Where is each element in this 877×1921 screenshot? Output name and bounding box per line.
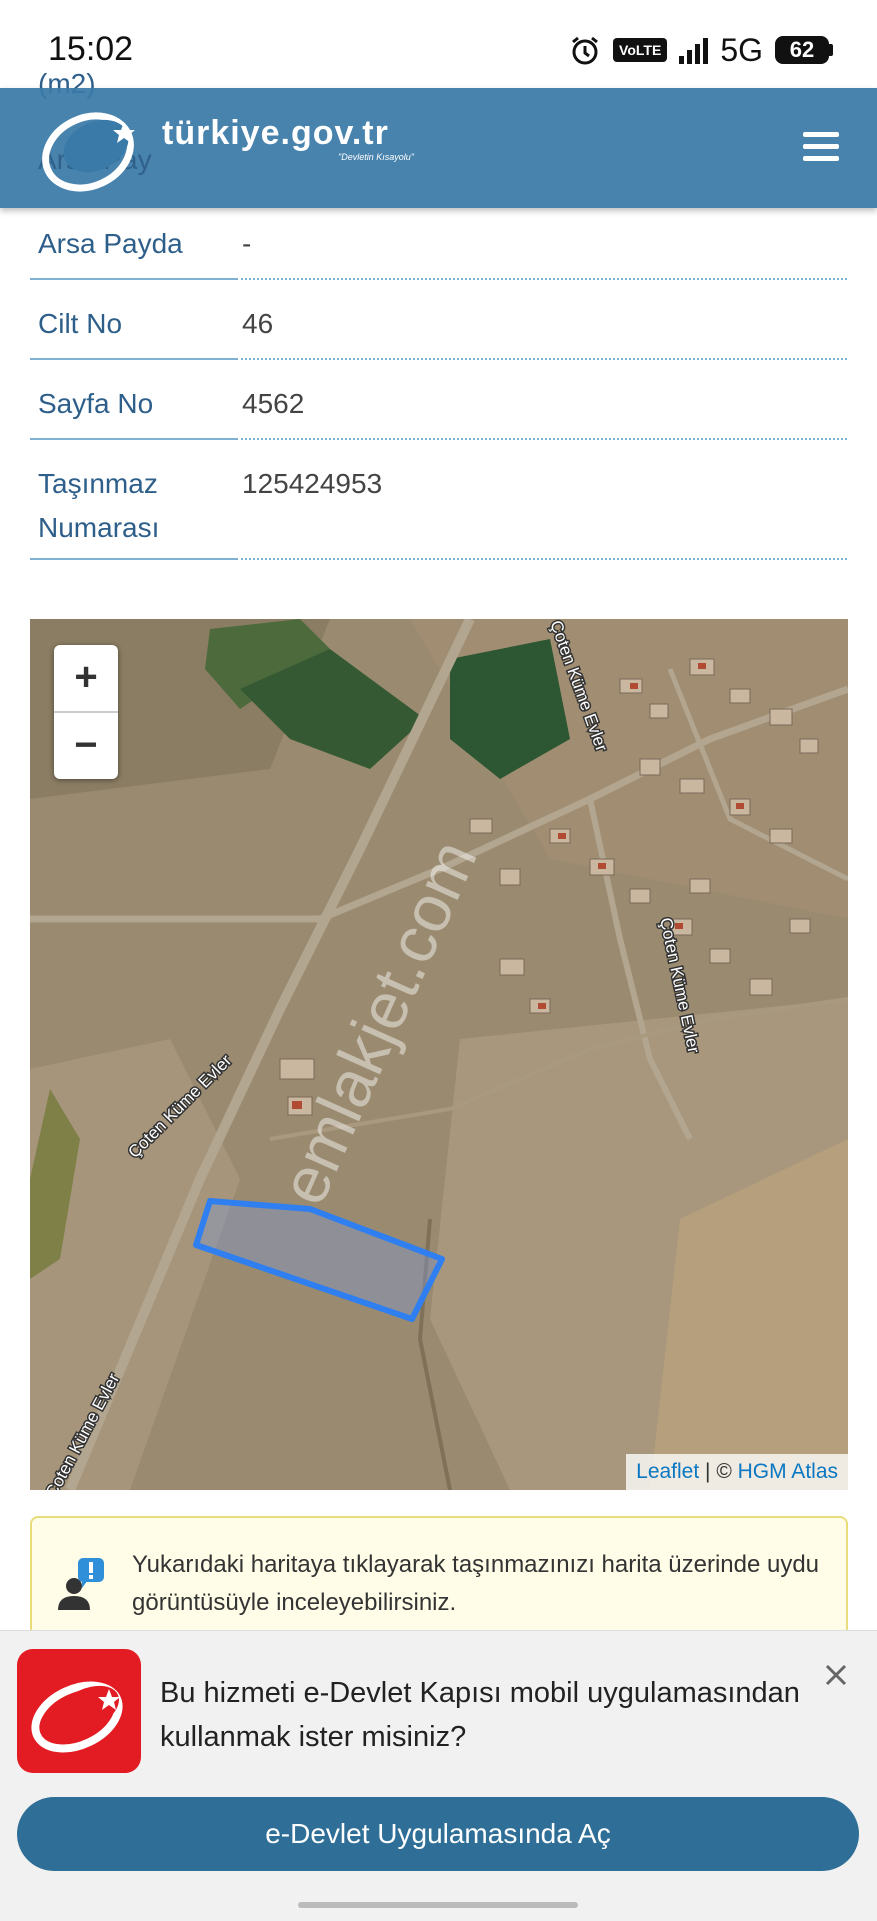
zoom-in-button[interactable]: + [54, 645, 118, 711]
info-notice: Yukarıdaki haritaya tıklayarak taşınmazı… [30, 1516, 848, 1636]
promo-text: Bu hizmeti e-Devlet Kapısı mobil uygulam… [160, 1677, 800, 1753]
signal-icon [679, 36, 709, 64]
satellite-terrain[interactable]: Çoten Küme Evler Çoten Küme Evler Çoten … [30, 619, 848, 1490]
info-label: Sayfa No [38, 388, 154, 419]
info-value: 46 [242, 308, 274, 339]
site-title[interactable]: türkiye.gov.tr [162, 114, 389, 153]
battery-level: 62 [775, 36, 829, 64]
map-attribution: Leaflet | © HGM Atlas [626, 1454, 848, 1490]
close-icon[interactable] [822, 1661, 850, 1689]
info-row-cilt-no: Cilt No 46 [30, 302, 847, 360]
edevlet-app-icon [17, 1649, 141, 1773]
zoom-control: + − [54, 645, 118, 779]
hgm-atlas-link[interactable]: HGM Atlas [738, 1460, 838, 1483]
info-label: Arsa Payda [38, 228, 183, 259]
turkiye-gov-logo-icon[interactable] [38, 102, 148, 192]
site-header: Arsa Pay türkiye.gov.tr "Devletin Kısayo… [0, 88, 877, 208]
info-row-tasinmaz-numarasi: Taşınmaz Numarası 125424953 [30, 462, 847, 562]
battery-icon: 62 [775, 36, 833, 64]
status-time: 15:02 [48, 30, 134, 68]
info-row-sayfa-no: Sayfa No 4562 [30, 382, 847, 440]
status-bar: 15:02 VoLTE 5G 62 [0, 0, 877, 88]
info-value: 4562 [242, 388, 305, 419]
leaflet-link[interactable]: Leaflet [636, 1460, 699, 1483]
status-icons: VoLTE 5G 62 [569, 30, 833, 70]
network-type: 5G [720, 31, 763, 68]
parcel-map[interactable]: Çoten Küme Evler Çoten Küme Evler Çoten … [30, 619, 848, 1490]
open-app-button[interactable]: e-Devlet Uygulamasında Aç [17, 1797, 859, 1871]
user-alert-icon [58, 1558, 104, 1610]
attribution-separator: | © [699, 1460, 738, 1483]
notice-text: Yukarıdaki haritaya tıklayarak taşınmazı… [132, 1551, 820, 1616]
app-promo-banner: Bu hizmeti e-Devlet Kapısı mobil uygulam… [0, 1630, 877, 1921]
zoom-out-button[interactable]: − [54, 713, 118, 779]
hamburger-menu-icon[interactable] [803, 132, 839, 162]
volte-badge: VoLTE [613, 38, 668, 62]
site-slogan: "Devletin Kısayolu" [338, 152, 414, 162]
info-label-line2: Numarası [38, 512, 160, 543]
info-row-arsa-payda: Arsa Payda - [30, 222, 847, 280]
alarm-icon [569, 34, 601, 66]
home-indicator[interactable] [298, 1902, 578, 1908]
info-label: Cilt No [38, 308, 123, 339]
info-label: Taşınmaz [38, 468, 158, 499]
info-value: 125424953 [242, 468, 383, 499]
info-value: - [242, 228, 252, 259]
